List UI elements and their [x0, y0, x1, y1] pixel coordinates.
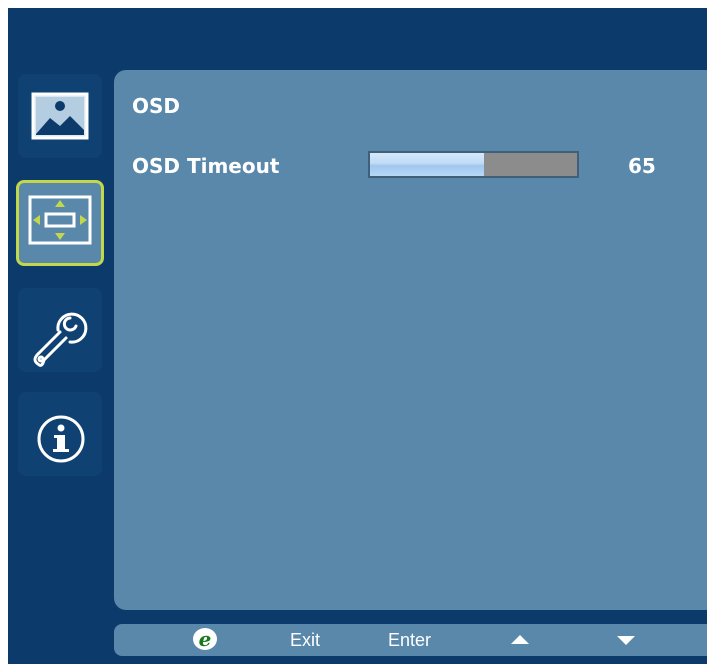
sidebar-item-settings[interactable]: [18, 288, 102, 372]
osd-menu: OSD OSD Timeout 65 e Exit Enter: [8, 8, 707, 664]
down-arrow-icon: [617, 636, 635, 645]
sidebar-item-information[interactable]: [18, 392, 102, 476]
e-key-button[interactable]: e: [190, 624, 220, 656]
osd-position-icon: [28, 195, 92, 245]
up-arrow-icon: [511, 635, 529, 644]
section-title: OSD: [132, 94, 181, 118]
exit-button[interactable]: Exit: [290, 624, 320, 656]
down-button[interactable]: [614, 624, 638, 656]
wrench-settings-icon: [33, 312, 88, 367]
sidebar-item-osd[interactable]: [16, 180, 104, 266]
info-icon: [37, 415, 85, 463]
enter-button[interactable]: Enter: [388, 624, 431, 656]
up-button[interactable]: [508, 624, 532, 656]
osd-timeout-value: 65: [628, 154, 656, 178]
svg-text:e: e: [199, 627, 212, 651]
picture-icon: [31, 92, 89, 140]
slider-fill: [370, 153, 484, 176]
content-panel: OSD OSD Timeout 65: [114, 70, 707, 610]
sidebar-item-picture[interactable]: [18, 74, 102, 158]
osd-timeout-label: OSD Timeout: [132, 154, 280, 178]
control-bar: e Exit Enter: [114, 624, 707, 656]
e-key-icon: e: [193, 627, 217, 651]
osd-timeout-slider[interactable]: [368, 151, 579, 178]
